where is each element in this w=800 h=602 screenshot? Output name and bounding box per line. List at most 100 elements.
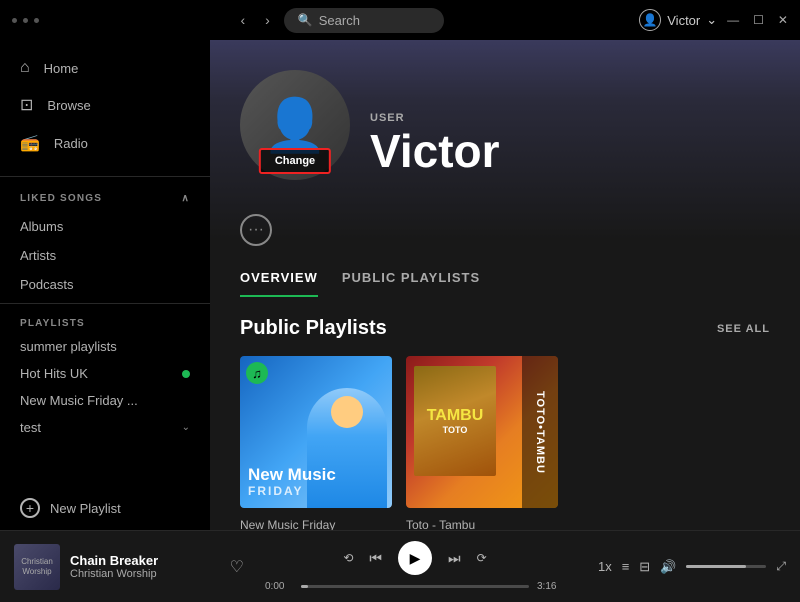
main-container: ⌂ Home ⊡ Browse 📻 Radio Liked Songs ∧: [0, 40, 800, 530]
profile-header: 👤 Change USER Victor: [210, 40, 800, 200]
player-left: ChristianWorship Chain Breaker Christian…: [14, 544, 244, 590]
dot-1: [12, 18, 17, 23]
liked-songs-label: Liked Songs: [20, 193, 102, 204]
podcasts-label: Podcasts: [20, 277, 73, 292]
minimize-button[interactable]: —: [727, 13, 739, 27]
toto-title: TAMBU: [427, 407, 484, 425]
dot-3: [34, 18, 39, 23]
player-right: 1x ≡ ⊟ 🔊 ⤢: [586, 559, 786, 575]
home-icon: ⌂: [20, 59, 30, 77]
content-bg: 👤 Change USER Victor ··· OVERVIEW: [210, 40, 800, 530]
previous-icon[interactable]: ⏮: [369, 550, 382, 567]
speed-label[interactable]: 1x: [598, 559, 612, 574]
playlist-hothitsuk-label: Hot Hits UK: [20, 366, 88, 381]
next-icon[interactable]: ⏭: [448, 550, 461, 567]
sidebar-nav: ⌂ Home ⊡ Browse 📻 Radio: [0, 40, 210, 172]
toto-side-text-wrap: TOTO•TAMBU: [522, 356, 558, 508]
user-menu[interactable]: 👤 Victor ⌄: [639, 9, 717, 31]
title-bar: ‹ › 🔍 Search 👤 Victor ⌄ — ☐ ✕: [0, 0, 800, 40]
forward15-icon[interactable]: ⟳: [477, 551, 487, 565]
time-current: 0:00: [265, 581, 293, 592]
artists-label: Artists: [20, 248, 56, 263]
new-playlist-label: New Playlist: [50, 501, 121, 516]
sidebar-item-home-label: Home: [44, 61, 79, 76]
sidebar-playlist-hothitsuk[interactable]: Hot Hits UK: [0, 360, 210, 387]
search-bar[interactable]: 🔍 Search: [284, 8, 444, 33]
search-icon: 🔍: [298, 13, 313, 27]
sidebar-item-home[interactable]: ⌂ Home: [0, 50, 210, 86]
profile-avatar-wrap: 👤 Change: [240, 70, 350, 180]
heart-icon[interactable]: ♡: [230, 557, 244, 577]
expand-icon: ⌄: [182, 422, 190, 433]
spotify-logo-icon: ♫: [246, 362, 268, 384]
change-photo-button[interactable]: Change: [259, 148, 331, 174]
maximize-button[interactable]: ☐: [753, 13, 764, 27]
playlists-section-label: PLAYLISTS: [0, 308, 210, 333]
player-artist: Christian Worship: [70, 568, 216, 580]
liked-songs-header[interactable]: Liked Songs ∧: [0, 185, 210, 212]
replay5-icon[interactable]: ⟲: [343, 551, 353, 565]
tab-overview[interactable]: OVERVIEW: [240, 260, 318, 297]
volume-icon[interactable]: 🔊: [660, 559, 676, 575]
sidebar-playlist-summer[interactable]: summer playlists: [0, 333, 210, 360]
playlist-newmusicfriday-label: New Music Friday ...: [20, 393, 138, 408]
player-track-name: Chain Breaker: [70, 553, 216, 568]
sidebar-scroll[interactable]: Liked Songs ∧ Albums Artists Podcasts PL…: [0, 181, 210, 482]
collapse-icon: ∧: [181, 193, 190, 204]
card-toto-name: Toto - Tambu: [406, 518, 558, 530]
sidebar-item-albums[interactable]: Albums: [0, 212, 210, 241]
card-nmf-name: New Music Friday: [240, 518, 392, 530]
toto-subtitle: TOTO: [427, 425, 484, 435]
nmf-subtitle: FRIDAY: [248, 485, 336, 498]
title-bar-right: 👤 Victor ⌄ — ☐ ✕: [639, 9, 788, 31]
plus-circle-icon: +: [20, 498, 40, 518]
devices-icon[interactable]: ⊟: [639, 559, 650, 575]
player-controls: ⟲ ⏮ ▶ ⏭ ⟳: [343, 541, 486, 575]
close-button[interactable]: ✕: [778, 13, 788, 27]
back-button[interactable]: ‹: [234, 8, 251, 32]
title-bar-left: [12, 18, 39, 23]
sidebar-item-podcasts[interactable]: Podcasts: [0, 270, 210, 299]
profile-name: Victor: [370, 128, 500, 174]
sidebar-item-browse[interactable]: ⊡ Browse: [0, 86, 210, 124]
new-playlist-button[interactable]: + New Playlist: [0, 486, 210, 530]
card-new-music-friday[interactable]: ♫ New Music FRIDAY: [240, 356, 392, 530]
sidebar: ⌂ Home ⊡ Browse 📻 Radio Liked Songs ∧: [0, 40, 210, 530]
radio-icon: 📻: [20, 133, 40, 153]
user-chevron-icon: ⌄: [706, 12, 717, 28]
content-area: 👤 Change USER Victor ··· OVERVIEW: [210, 40, 800, 530]
tabs-bar: OVERVIEW PUBLIC PLAYLISTS: [210, 260, 800, 297]
progress-wrap: 0:00 3:16: [265, 581, 565, 592]
playlist-test-label: test: [20, 420, 41, 435]
more-options-button[interactable]: ···: [240, 214, 272, 246]
sidebar-playlist-newmusicfriday[interactable]: New Music Friday ...: [0, 387, 210, 414]
card-toto-tambu[interactable]: TAMBU TOTO TOTO•TAMBU Toto - Tambu: [406, 356, 558, 530]
queue-icon[interactable]: ≡: [622, 559, 630, 574]
sidebar-divider-2: [0, 303, 210, 304]
toto-bg: TAMBU TOTO TOTO•TAMBU: [406, 356, 558, 508]
green-dot-icon: [182, 370, 190, 378]
profile-info: USER Victor: [370, 112, 500, 180]
sidebar-item-artists[interactable]: Artists: [0, 241, 210, 270]
sidebar-item-radio[interactable]: 📻 Radio: [0, 124, 210, 162]
actions-row: ···: [210, 200, 800, 260]
card-toto-image: TAMBU TOTO TOTO•TAMBU: [406, 356, 558, 508]
tab-public-playlists[interactable]: PUBLIC PLAYLISTS: [342, 260, 480, 297]
sidebar-playlist-test[interactable]: test ⌄: [0, 414, 210, 441]
forward-button[interactable]: ›: [259, 8, 276, 32]
card-nmf-image: ♫ New Music FRIDAY: [240, 356, 392, 508]
sidebar-item-radio-label: Radio: [54, 136, 88, 151]
browse-icon: ⊡: [20, 95, 33, 115]
time-total: 3:16: [537, 581, 565, 592]
nmf-title: New Music: [248, 466, 336, 485]
albums-label: Albums: [20, 219, 63, 234]
section-header: Public Playlists SEE ALL: [240, 317, 770, 340]
title-bar-center: ‹ › 🔍 Search: [234, 8, 443, 33]
search-label: Search: [319, 13, 360, 28]
app-window: ‹ › 🔍 Search 👤 Victor ⌄ — ☐ ✕: [0, 0, 800, 602]
see-all-button[interactable]: SEE ALL: [717, 323, 770, 335]
progress-bar[interactable]: [301, 585, 529, 588]
play-pause-button[interactable]: ▶: [398, 541, 432, 575]
expand-player-button[interactable]: ⤢: [776, 559, 786, 574]
volume-bar[interactable]: [686, 565, 766, 568]
